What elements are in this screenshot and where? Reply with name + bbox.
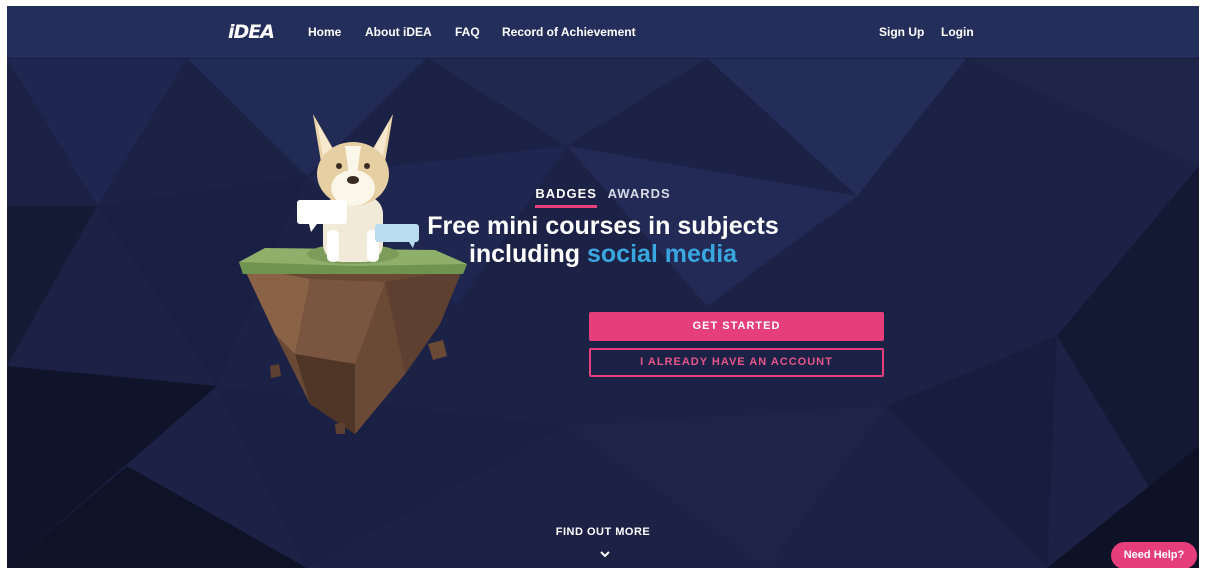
hero-headline: Free mini courses in subjects including …	[7, 212, 1199, 268]
find-out-more-link[interactable]: FIND OUT MORE	[7, 526, 1199, 538]
get-started-button[interactable]: GET STARTED	[589, 312, 884, 341]
chevron-down-icon[interactable]	[600, 550, 610, 558]
top-navbar: iDEA Home About iDEA FAQ Record of Achie…	[7, 6, 1199, 58]
need-help-button[interactable]: Need Help?	[1111, 542, 1197, 568]
low-poly-background	[7, 6, 1199, 568]
nav-login[interactable]: Login	[941, 25, 974, 39]
nav-home[interactable]: Home	[308, 25, 341, 39]
tab-badges[interactable]: BADGES	[535, 186, 597, 208]
hero-tabs: BADGES AWARDS	[7, 186, 1199, 208]
nav-faq[interactable]: FAQ	[455, 25, 480, 39]
headline-line-2-prefix: including	[468, 240, 587, 268]
tab-awards[interactable]: AWARDS	[608, 186, 671, 205]
page: iDEA Home About iDEA FAQ Record of Achie…	[7, 6, 1199, 568]
nav-about-idea[interactable]: About iDEA	[365, 25, 432, 39]
headline-line-1: Free mini courses in subjects	[427, 212, 779, 240]
headline-accent: social media	[586, 240, 738, 268]
already-have-account-button[interactable]: I ALREADY HAVE AN ACCOUNT	[589, 348, 884, 377]
corgi-illustration	[239, 114, 467, 434]
idea-logo[interactable]: iDEA	[228, 21, 275, 43]
nav-sign-up[interactable]: Sign Up	[879, 25, 924, 39]
nav-record-of-achievement[interactable]: Record of Achievement	[502, 25, 636, 39]
headline-line-2: including social media	[7, 240, 1199, 268]
